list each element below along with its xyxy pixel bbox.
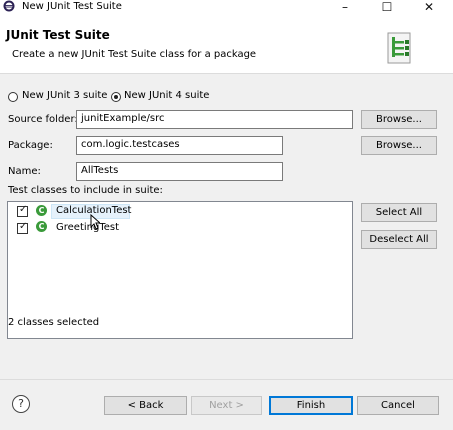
help-icon[interactable]: ? [12,395,30,413]
junit3-radio[interactable] [8,92,18,102]
eclipse-app-icon [3,0,15,12]
maximize-button[interactable]: ☐ [372,0,402,15]
close-button[interactable]: ✕ [414,0,444,15]
junit4-radio[interactable] [111,92,121,102]
source-folder-label: Source folder: [8,114,78,125]
banner-title: JUnit Test Suite [6,28,110,42]
name-label: Name: [8,166,41,177]
test-suite-wizard-icon [387,32,411,64]
junit3-radio-label[interactable]: New JUnit 3 suite [22,90,107,101]
selection-status: 2 classes selected [8,317,100,328]
select-all-button[interactable]: Select All [361,203,437,222]
check-icon: ✓ [19,204,28,215]
radio-selected-dot [114,95,118,99]
test-classes-label: Test classes to include in suite: [8,185,163,196]
junit4-radio-label[interactable]: New JUnit 4 suite [124,90,209,101]
list-item-greetingtest[interactable]: GreetingTest [56,222,119,233]
greetingtest-checkbox[interactable]: ✓ [17,221,28,234]
footer-separator [0,379,453,380]
package-field[interactable]: com.logic.testcases [76,136,283,155]
check-icon: ✓ [19,221,28,232]
minimize-button[interactable]: – [330,0,360,15]
browse-source-folder-button[interactable]: Browse... [361,110,437,129]
cancel-button[interactable]: Cancel [357,396,439,415]
java-class-icon: C [36,221,47,232]
package-label: Package: [8,140,53,151]
mouse-cursor-icon [90,214,100,230]
finish-button[interactable]: Finish [269,396,353,415]
java-class-icon: C [36,205,47,216]
source-folder-field[interactable]: junitExample/src [76,110,353,129]
calculationtest-checkbox[interactable]: ✓ [17,204,28,217]
banner-description: Create a new JUnit Test Suite class for … [12,49,257,60]
back-button[interactable]: < Back [104,396,187,415]
next-button[interactable]: Next > [191,396,262,415]
deselect-all-button[interactable]: Deselect All [361,230,437,249]
browse-package-button[interactable]: Browse... [361,136,437,155]
window-title: New JUnit Test Suite [22,1,122,12]
name-field[interactable]: AllTests [76,162,283,181]
wizard-banner [0,17,453,74]
